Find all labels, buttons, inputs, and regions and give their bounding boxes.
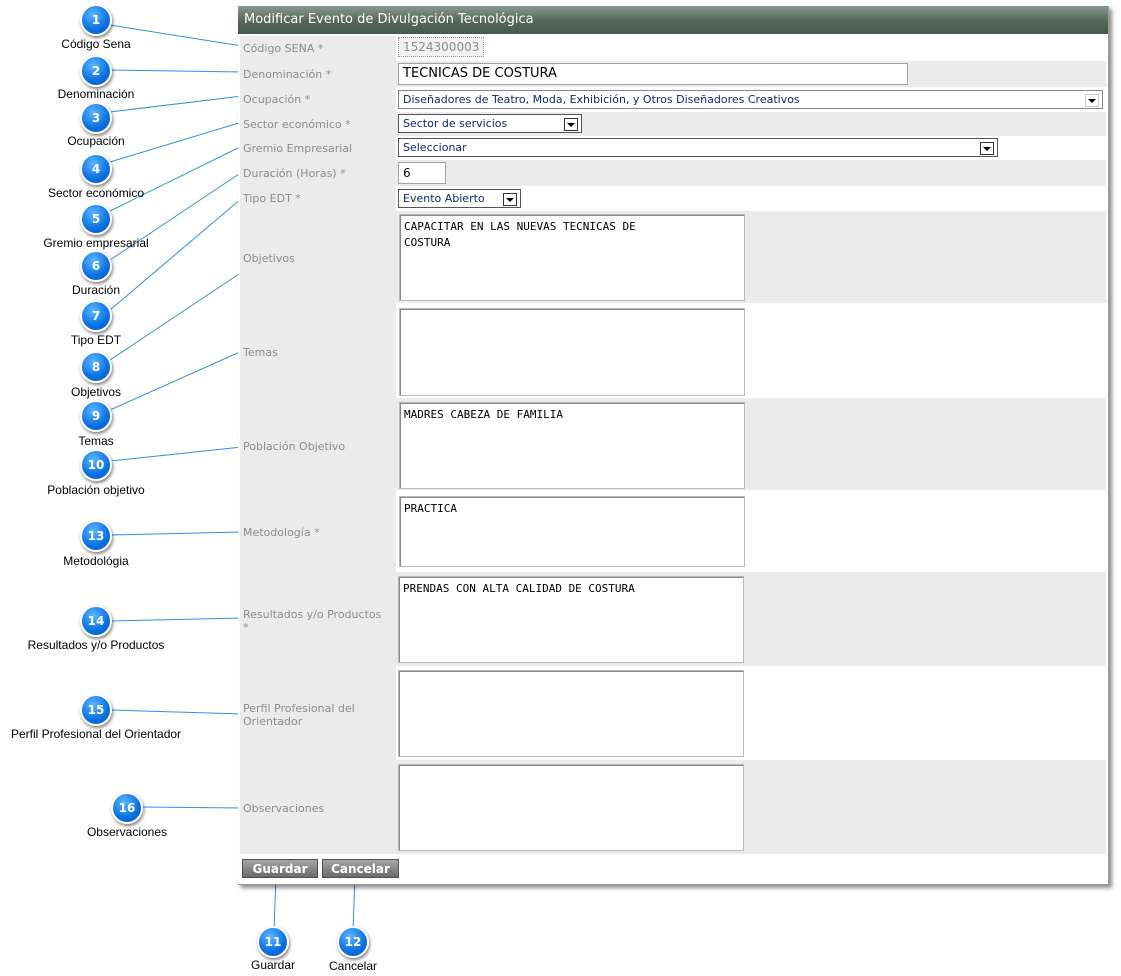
poblacion-textarea[interactable]: MADRES CABEZA DE FAMILIA bbox=[399, 402, 745, 489]
label-codigo: Código SENA * bbox=[243, 42, 324, 55]
callout-11-label: Guardar bbox=[250, 958, 296, 972]
cancelar-button[interactable]: Cancelar bbox=[322, 859, 399, 878]
callout-16-label: Observaciones bbox=[86, 825, 168, 839]
label-ocupacion: Ocupación * bbox=[243, 93, 311, 106]
callout-10-badge: 10 bbox=[80, 449, 112, 481]
callout-8-label: Objetivos bbox=[70, 385, 122, 399]
callout-16-badge: 16 bbox=[111, 792, 143, 824]
callout-4-label: Sector económico bbox=[47, 186, 145, 200]
ocupacion-select[interactable]: Diseñadores de Teatro, Moda, Exhibición,… bbox=[398, 90, 1103, 109]
callout-10-label: Población objetivo bbox=[47, 483, 145, 497]
objetivos-textarea[interactable]: CAPACITAR EN LAS NUEVAS TECNICAS DE COST… bbox=[399, 214, 745, 301]
codigo-field: 1524300003 bbox=[398, 37, 484, 57]
callout-2-label: Denominación bbox=[57, 87, 135, 101]
label-denominacion: Denominación * bbox=[243, 68, 332, 81]
callout-13-badge: 13 bbox=[80, 520, 112, 552]
gremio-dropdown-icon[interactable] bbox=[980, 142, 994, 155]
callout-1-badge: 1 bbox=[80, 4, 112, 36]
denominacion-input[interactable]: TECNICAS DE COSTURA bbox=[398, 63, 908, 85]
label-observaciones: Observaciones bbox=[243, 802, 325, 815]
label-sector: Sector económico * bbox=[243, 118, 351, 131]
sector-dropdown-icon[interactable] bbox=[564, 118, 578, 131]
callout-9-badge: 9 bbox=[80, 400, 112, 432]
callout-5-label: Gremio empresarial bbox=[43, 236, 149, 250]
callout-1-label: Código Sena bbox=[61, 37, 131, 51]
metodologia-textarea[interactable]: PRACTICA bbox=[399, 496, 745, 567]
callout-12-label: Cancelar bbox=[328, 959, 378, 973]
callout-3-label: Ocupación bbox=[67, 134, 125, 148]
perfil-textarea[interactable] bbox=[398, 670, 744, 757]
callout-11-badge: 11 bbox=[257, 926, 289, 958]
callout-14-badge: 14 bbox=[80, 605, 112, 637]
callout-15-label: Perfil Profesional del Orientador bbox=[10, 727, 182, 741]
callout-7-badge: 7 bbox=[80, 300, 112, 332]
callout-12-badge: 12 bbox=[337, 926, 369, 958]
callout-6-badge: 6 bbox=[80, 250, 112, 282]
ocupacion-value: Diseñadores de Teatro, Moda, Exhibición,… bbox=[403, 93, 800, 106]
callout-14-label: Resultados y/o Productos bbox=[27, 638, 165, 652]
gremio-select[interactable]: Seleccionar bbox=[398, 138, 998, 157]
callout-3-badge: 3 bbox=[80, 102, 112, 134]
label-gremio: Gremio Empresarial bbox=[243, 142, 353, 155]
label-metodologia: Metodología * bbox=[243, 526, 320, 539]
callout-8-badge: 8 bbox=[80, 351, 112, 383]
guardar-button[interactable]: Guardar bbox=[242, 859, 318, 878]
callout-5-badge: 5 bbox=[80, 203, 112, 235]
callout-7-label: Tipo EDT bbox=[70, 333, 122, 347]
sector-value: Sector de servicios bbox=[403, 117, 508, 130]
callout-4-badge: 4 bbox=[80, 153, 112, 185]
duracion-input[interactable]: 6 bbox=[398, 162, 446, 184]
ocupacion-dropdown-icon[interactable] bbox=[1085, 94, 1099, 107]
label-resultados: Resultados y/o Productos * bbox=[243, 608, 382, 634]
gremio-value: Seleccionar bbox=[403, 141, 467, 154]
temas-textarea[interactable] bbox=[399, 308, 745, 396]
tipo-value: Evento Abierto bbox=[403, 192, 485, 205]
callout-9-label: Temas bbox=[78, 434, 114, 448]
label-duracion: Duración (Horas) * bbox=[243, 167, 346, 180]
label-tipo: Tipo EDT * bbox=[243, 192, 301, 205]
label-temas: Temas bbox=[243, 346, 278, 359]
resultados-textarea[interactable]: PRENDAS CON ALTA CALIDAD DE COSTURA bbox=[398, 576, 744, 663]
tipo-select[interactable]: Evento Abierto bbox=[398, 189, 521, 208]
callout-15-badge: 15 bbox=[80, 694, 112, 726]
tipo-dropdown-icon[interactable] bbox=[503, 193, 517, 206]
callout-2-badge: 2 bbox=[80, 55, 112, 87]
form-panel: Modificar Evento de Divulgación Tecnológ… bbox=[238, 6, 1109, 885]
label-perfil: Perfil Profesional del Orientador bbox=[243, 702, 355, 728]
callout-6-label: Duración bbox=[71, 283, 121, 297]
callout-13-label: Metodológia bbox=[63, 554, 129, 568]
label-objetivos: Objetivos bbox=[243, 252, 295, 265]
form-title: Modificar Evento de Divulgación Tecnológ… bbox=[238, 6, 1108, 34]
observaciones-textarea[interactable] bbox=[398, 764, 744, 851]
sector-select[interactable]: Sector de servicios bbox=[398, 114, 582, 133]
label-poblacion: Población Objetivo bbox=[243, 440, 346, 453]
